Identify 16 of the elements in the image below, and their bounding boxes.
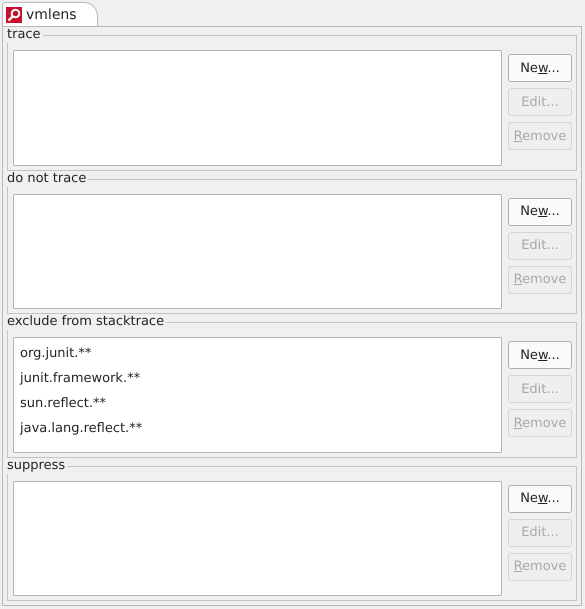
- list-item[interactable]: org.junit.**: [14, 341, 501, 366]
- list-button[interactable]: New...: [508, 484, 572, 512]
- vmlens-tab[interactable]: vmlens: [2, 2, 98, 26]
- magnifier-icon: [6, 6, 22, 22]
- group-title: do not trace: [7, 170, 88, 186]
- list-button[interactable]: New...: [508, 341, 572, 369]
- group-title: trace: [7, 27, 43, 43]
- list-box[interactable]: org.junit.** junit.framework.** sun.reflect.** java.lang.reflect.**: [13, 337, 502, 452]
- list-item[interactable]: sun.reflect.**: [14, 391, 501, 416]
- list-item[interactable]: java.lang.reflect.**: [14, 416, 501, 441]
- group-title: exclude from stacktrace: [7, 314, 166, 330]
- list-item[interactable]: junit.framework.**: [14, 366, 501, 391]
- list-button[interactable]: New...: [508, 198, 572, 226]
- list-button[interactable]: New...: [508, 54, 572, 82]
- list-box[interactable]: [13, 194, 502, 309]
- list-box[interactable]: [13, 480, 502, 596]
